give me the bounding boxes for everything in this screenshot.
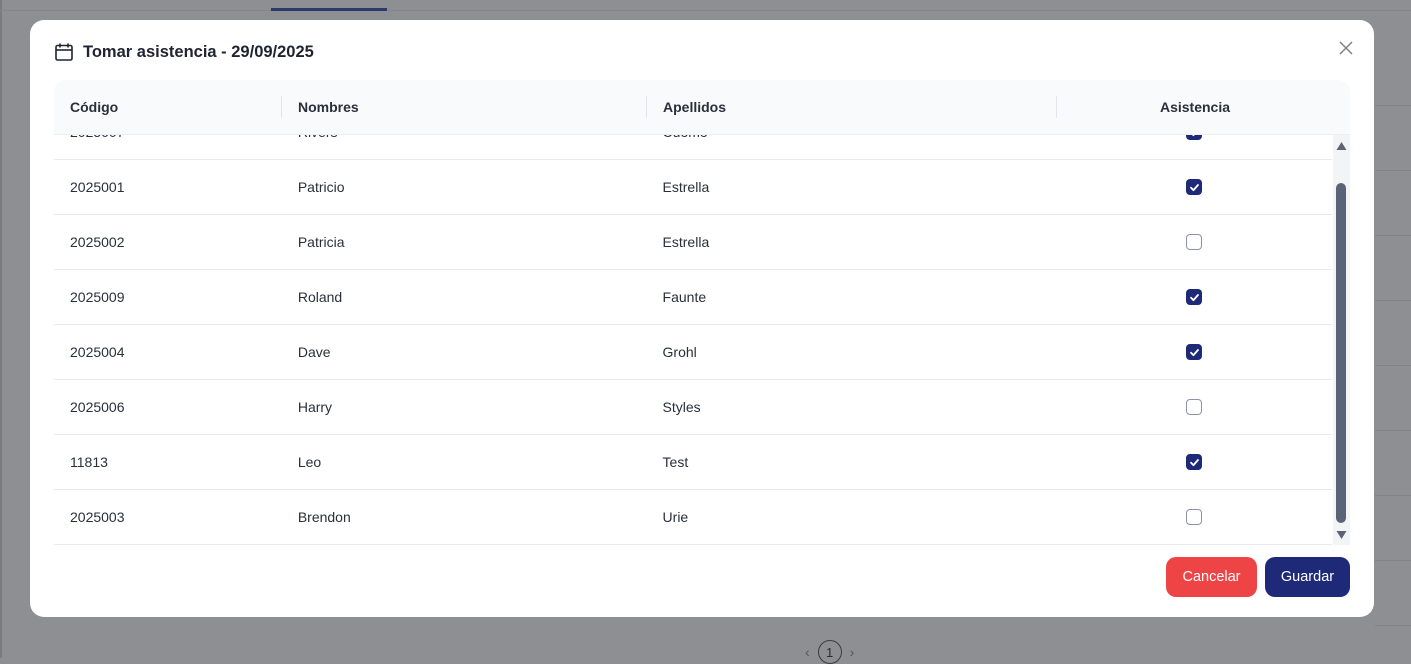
scroll-up-arrow-icon[interactable] xyxy=(1336,141,1347,151)
background-row-divider xyxy=(1375,170,1411,171)
modal-header: Tomar asistencia - 29/09/2025 xyxy=(54,42,314,62)
background-active-tab-indicator xyxy=(271,8,387,11)
table-row: 2025006 Harry Styles xyxy=(54,380,1332,435)
table-row: 2025004 Dave Grohl xyxy=(54,325,1332,380)
cell-attendance xyxy=(1056,344,1332,360)
cell-code: 2025007 xyxy=(54,135,282,140)
table-header: Código Nombres Apellidos Asistencia xyxy=(54,80,1350,135)
attendance-checkbox[interactable] xyxy=(1186,179,1203,195)
cell-names: Dave xyxy=(297,344,331,360)
calendar-icon xyxy=(54,42,74,62)
cell-surnames: Grohl xyxy=(662,344,697,360)
cell-code: 11813 xyxy=(70,454,108,470)
column-header-names[interactable]: Nombres xyxy=(282,80,647,134)
background-pagination: ‹ 1 › xyxy=(805,640,854,664)
table-scrollbar[interactable] xyxy=(1333,135,1350,545)
attendance-table: Código Nombres Apellidos Asistencia 2025… xyxy=(54,80,1350,545)
cell-code: 2025004 xyxy=(70,344,125,360)
save-button[interactable]: Guardar xyxy=(1265,557,1350,597)
close-icon xyxy=(1339,41,1353,55)
cell-code: 2025009 xyxy=(70,289,125,305)
pagination-current-page: 1 xyxy=(817,640,842,664)
cell-surnames: Test xyxy=(662,454,689,470)
table-row: 2025003 Brendon Urie xyxy=(54,490,1332,545)
cell-names: Harry xyxy=(297,399,333,415)
attendance-checkbox[interactable] xyxy=(1186,399,1203,415)
cell-surnames: Urie xyxy=(662,509,689,525)
check-icon xyxy=(1189,458,1199,466)
column-header-attendance[interactable]: Asistencia xyxy=(1057,80,1333,134)
background-row-divider xyxy=(1375,495,1411,496)
background-row-divider xyxy=(1375,365,1411,366)
attendance-checkbox[interactable] xyxy=(1186,509,1203,525)
cell-attendance xyxy=(1056,135,1332,140)
background-sidebar-edge xyxy=(0,0,2,658)
cell-names: Patricia xyxy=(297,234,345,250)
cell-surnames: Styles xyxy=(662,399,701,415)
close-button[interactable] xyxy=(1338,40,1354,56)
attendance-checkbox[interactable] xyxy=(1186,234,1203,250)
cell-surnames: Faunte xyxy=(662,289,707,305)
modal-title: Tomar asistencia - 29/09/2025 xyxy=(83,42,314,61)
table-row: 11813 Leo Test xyxy=(54,435,1332,490)
background-row-divider xyxy=(1375,235,1411,236)
table-row: 2025009 Roland Faunte xyxy=(54,270,1332,325)
cell-names: Leo xyxy=(297,454,322,470)
background-divider xyxy=(0,10,1411,11)
column-header-surnames[interactable]: Apellidos xyxy=(647,80,1057,134)
cell-names: Brendon xyxy=(297,509,351,525)
attendance-checkbox[interactable] xyxy=(1186,135,1203,140)
background-row-divider xyxy=(1375,105,1411,106)
background-row-divider xyxy=(1375,625,1411,626)
scrollbar-thumb[interactable] xyxy=(1336,183,1346,523)
background-row-divider xyxy=(1375,300,1411,301)
cell-surnames: Estrella xyxy=(662,234,710,250)
cell-code: 2025006 xyxy=(70,399,125,415)
column-header-code[interactable]: Código xyxy=(54,80,282,134)
cell-names: Roland xyxy=(297,289,343,305)
check-icon xyxy=(1192,135,1195,136)
cell-attendance xyxy=(1056,454,1332,470)
cell-names: Patricio xyxy=(297,179,345,195)
background-row-divider xyxy=(1375,430,1411,431)
table-rows: 2025007RiversCuomo 2025001 Patricio Estrell… xyxy=(54,135,1332,545)
attendance-checkbox[interactable] xyxy=(1186,454,1203,470)
check-icon xyxy=(1189,183,1199,191)
table-row: 2025001 Patricio Estrella xyxy=(54,160,1332,215)
scroll-down-arrow-icon[interactable] xyxy=(1336,530,1347,540)
check-icon xyxy=(1189,348,1199,356)
table-row: 2025007RiversCuomo xyxy=(54,135,1332,160)
attendance-modal: Tomar asistencia - 29/09/2025 Código Nom… xyxy=(30,20,1374,617)
table-body[interactable]: 2025007RiversCuomo 2025001 Patricio Estrell… xyxy=(54,135,1332,545)
cell-attendance xyxy=(1056,179,1332,195)
cell-attendance xyxy=(1056,399,1332,415)
background-row-divider xyxy=(1375,560,1411,561)
cell-attendance xyxy=(1056,509,1332,525)
cell-attendance xyxy=(1056,234,1332,250)
attendance-checkbox[interactable] xyxy=(1186,289,1203,305)
cell-surnames: Estrella xyxy=(662,179,710,195)
check-icon xyxy=(1189,293,1199,301)
cancel-button[interactable]: Cancelar xyxy=(1166,557,1257,597)
table-row: 2025002 Patricia Estrella xyxy=(54,215,1332,270)
attendance-checkbox[interactable] xyxy=(1186,344,1203,360)
cell-attendance xyxy=(1056,289,1332,305)
cell-code: 2025003 xyxy=(70,509,125,525)
cell-surnames: Cuomo xyxy=(647,135,1057,140)
cell-code: 2025002 xyxy=(70,234,125,250)
cell-names: Rivers xyxy=(282,135,647,140)
cell-code: 2025001 xyxy=(70,179,125,195)
